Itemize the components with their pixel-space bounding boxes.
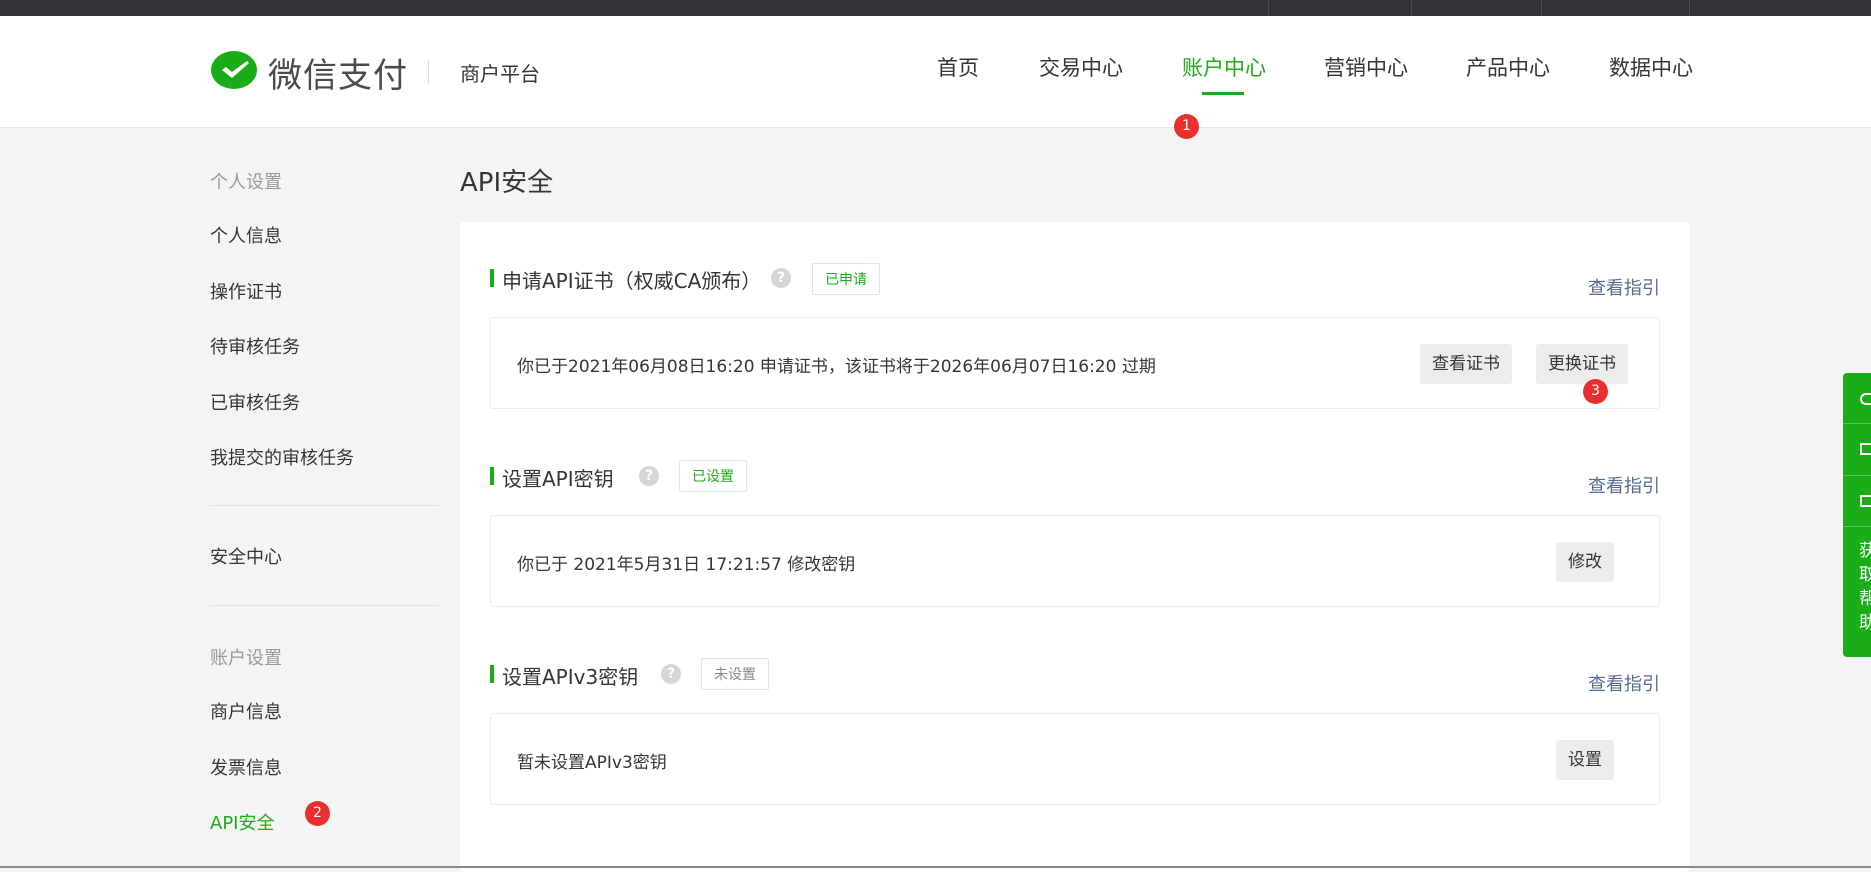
page-title: API安全 xyxy=(460,168,554,198)
key-info-text: 你已于 2021年5月31日 17:21:57 修改密钥 xyxy=(517,555,856,575)
sidebar-divider xyxy=(210,505,439,506)
view-cert-button[interactable]: 查看证书 xyxy=(1420,344,1512,384)
sidebar-item-operation-cert[interactable]: 操作证书 xyxy=(210,278,282,304)
header: 微信支付 商户平台 首页 交易中心 账户中心 营销中心 产品中心 数据中心 xyxy=(0,16,1871,128)
top-strip-divider xyxy=(1411,0,1412,16)
step-badge-1: 1 xyxy=(1174,114,1199,139)
status-badge-set: 已设置 xyxy=(679,460,747,492)
sidebar-divider xyxy=(210,605,439,606)
step-badge-2: 2 xyxy=(305,801,330,826)
apiv3-info-box: 暂未设置APIv3密钥 设置 xyxy=(490,713,1660,805)
top-strip-divider xyxy=(1541,0,1542,16)
section-marker xyxy=(490,269,494,287)
sidebar-item-merchant-info[interactable]: 商户信息 xyxy=(210,698,282,724)
top-strip xyxy=(0,0,1871,16)
top-strip-divider xyxy=(1689,0,1690,16)
floating-help-bar[interactable]: 获取帮助 xyxy=(1843,373,1871,657)
cert-info-box: 你已于2021年06月08日16:20 申请证书，该证书将于2026年06月07… xyxy=(490,317,1660,409)
section-title-apiv3-key: 设置APIv3密钥 xyxy=(502,665,639,689)
sidebar-item-reviewed-tasks[interactable]: 已审核任务 xyxy=(210,389,300,415)
brand-divider xyxy=(428,60,429,84)
step-badge-3: 3 xyxy=(1583,379,1608,404)
key-info-box: 你已于 2021年5月31日 17:21:57 修改密钥 修改 xyxy=(490,515,1660,607)
nav-home[interactable]: 首页 xyxy=(937,52,979,82)
view-guide-link-key[interactable]: 查看指引 xyxy=(1588,472,1660,498)
edit-icon[interactable] xyxy=(1860,495,1871,507)
modify-key-button[interactable]: 修改 xyxy=(1556,542,1614,582)
sidebar-item-personal-info[interactable]: 个人信息 xyxy=(210,222,282,248)
view-guide-link-cert[interactable]: 查看指引 xyxy=(1588,274,1660,300)
nav-active-underline xyxy=(1202,92,1244,95)
brand-name[interactable]: 微信支付 xyxy=(268,48,408,97)
float-divider xyxy=(1843,526,1871,527)
wechat-pay-logo-icon[interactable] xyxy=(210,50,258,94)
sidebar-group-account-title: 账户设置 xyxy=(210,648,282,669)
set-apiv3-key-button[interactable]: 设置 xyxy=(1556,740,1614,780)
section-marker xyxy=(490,665,494,683)
nav-marketing-center[interactable]: 营销中心 xyxy=(1324,52,1408,82)
help-icon[interactable]: ? xyxy=(661,664,681,684)
section-title-api-cert: 申请API证书（权威CA颁布） xyxy=(502,269,762,293)
float-divider xyxy=(1843,423,1871,424)
window-bottom-edge xyxy=(0,866,1871,868)
phone-icon[interactable] xyxy=(1860,393,1871,405)
section-title-api-key: 设置API密钥 xyxy=(502,467,614,491)
view-guide-link-apiv3[interactable]: 查看指引 xyxy=(1588,670,1660,696)
float-divider xyxy=(1843,475,1871,476)
status-badge-applied: 已申请 xyxy=(812,263,880,295)
download-icon[interactable] xyxy=(1860,443,1871,455)
cert-info-text: 你已于2021年06月08日16:20 申请证书，该证书将于2026年06月07… xyxy=(517,357,1156,377)
nav-data-center[interactable]: 数据中心 xyxy=(1609,52,1693,82)
sidebar-item-invoice-info[interactable]: 发票信息 xyxy=(210,754,282,780)
status-badge-not-set: 未设置 xyxy=(701,658,769,690)
sidebar-item-api-security[interactable]: API安全 xyxy=(210,809,274,835)
sidebar-group-personal-title: 个人设置 xyxy=(210,172,282,193)
apiv3-info-text: 暂未设置APIv3密钥 xyxy=(517,753,667,773)
help-icon[interactable]: ? xyxy=(771,268,791,288)
help-icon[interactable]: ? xyxy=(639,466,659,486)
sidebar-item-pending-tasks[interactable]: 待审核任务 xyxy=(210,333,300,359)
platform-name: 商户平台 xyxy=(460,62,540,86)
sidebar-item-security-center[interactable]: 安全中心 xyxy=(210,543,282,569)
sidebar-item-submitted-tasks[interactable]: 我提交的审核任务 xyxy=(210,444,354,470)
section-marker xyxy=(490,467,494,485)
nav-account-center[interactable]: 账户中心 xyxy=(1182,52,1266,82)
top-strip-divider xyxy=(1268,0,1269,16)
nav-product-center[interactable]: 产品中心 xyxy=(1466,52,1550,82)
nav-trade-center[interactable]: 交易中心 xyxy=(1039,52,1123,82)
get-help-label[interactable]: 获取帮助 xyxy=(1859,539,1871,635)
replace-cert-button[interactable]: 更换证书 xyxy=(1536,344,1628,384)
